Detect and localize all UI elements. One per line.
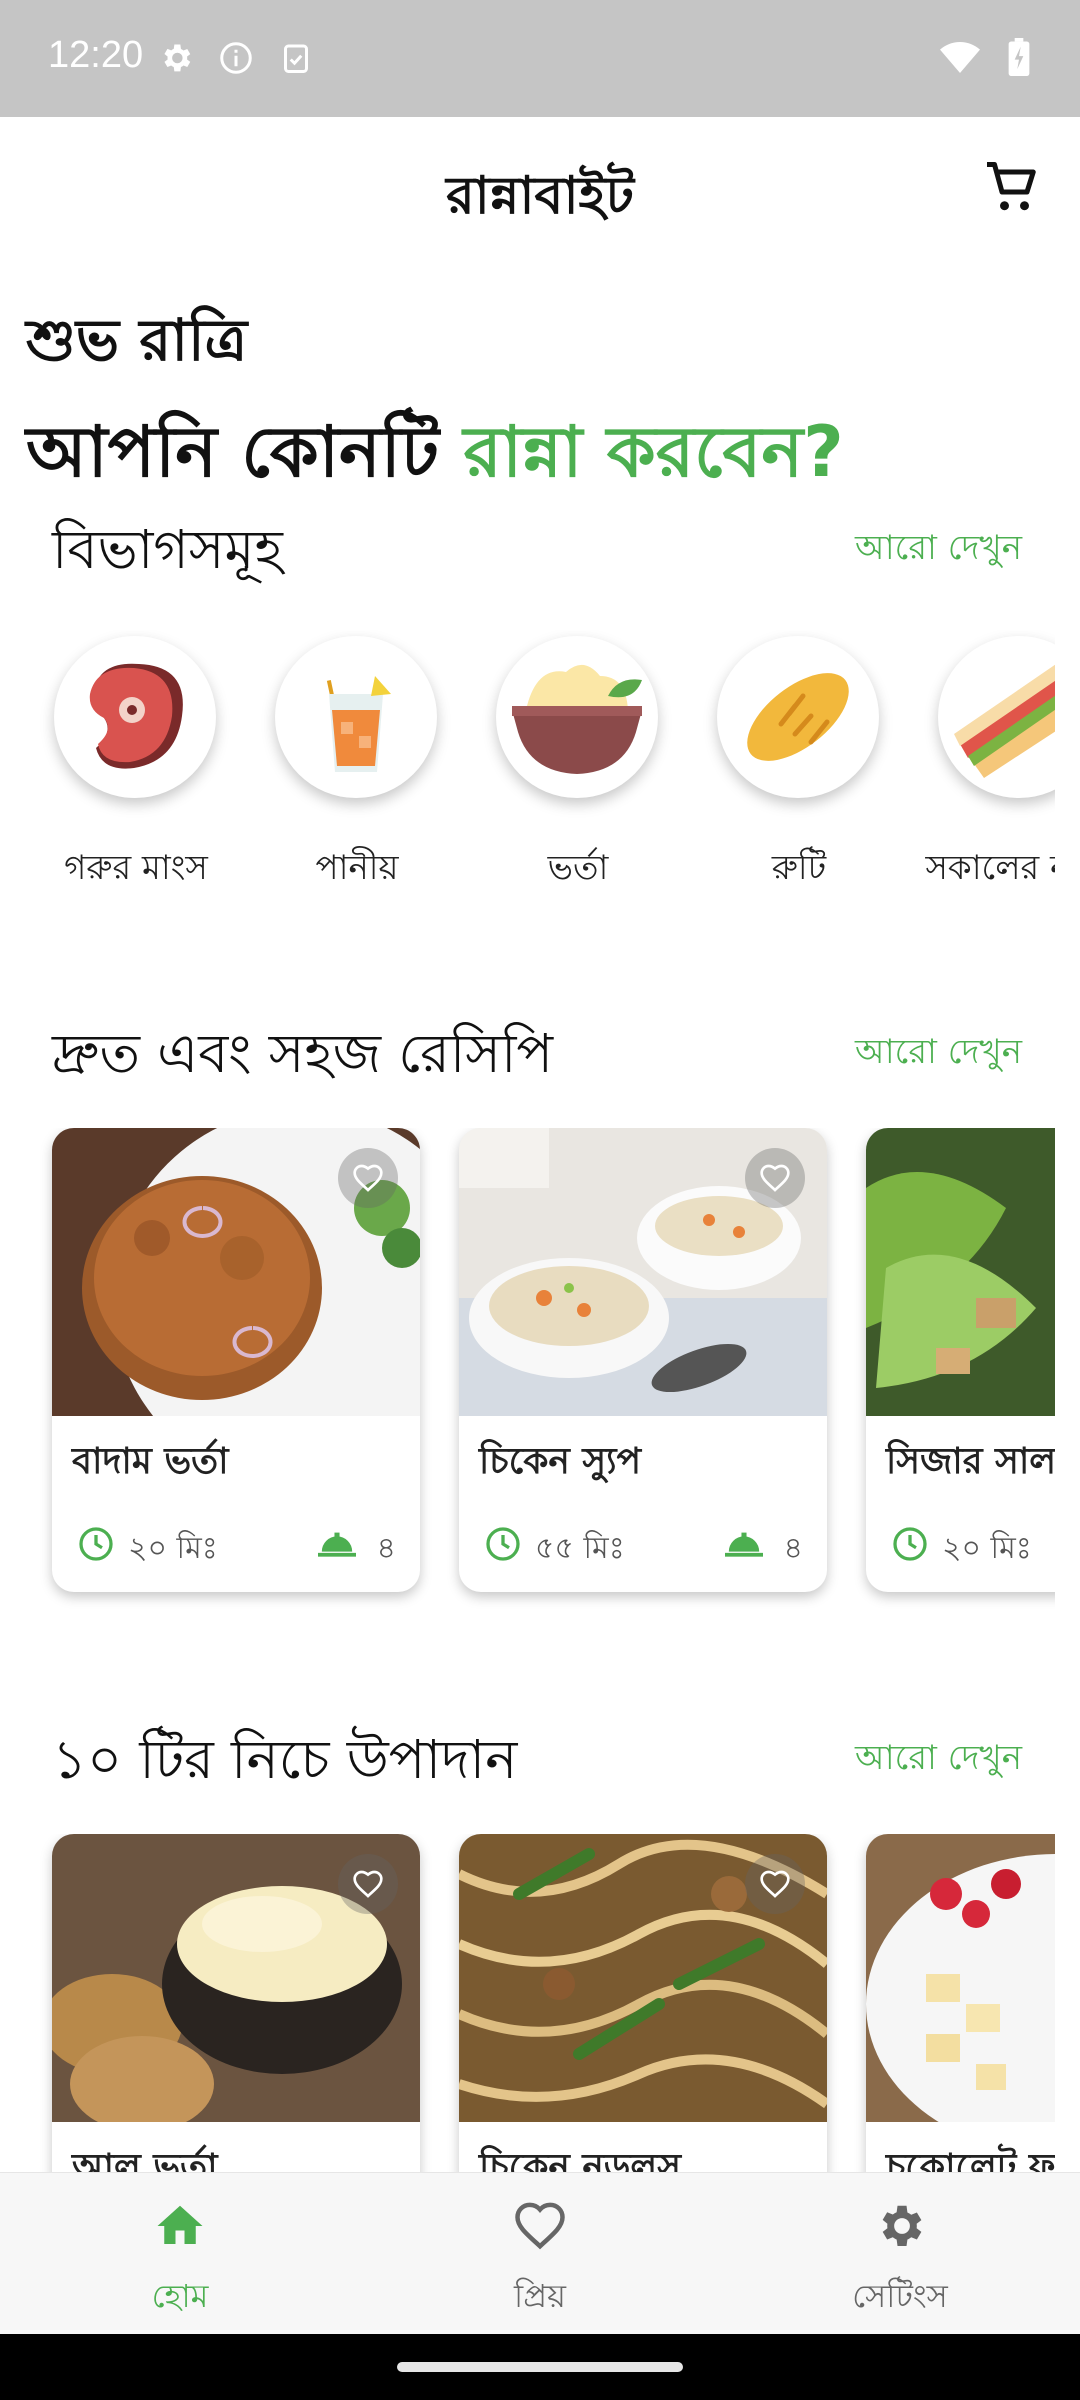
meat-icon (89, 663, 183, 769)
drink-icon (326, 676, 391, 772)
favorite-button[interactable] (745, 1854, 805, 1914)
recipe-name: আলু ভর্তা (72, 2147, 218, 2172)
question-part-1: আপনি কোনটি (26, 411, 464, 493)
category-item-breakfast[interactable]: সকালের নাস্তা (910, 630, 1055, 900)
category-image (717, 636, 879, 798)
category-label: গরুর মাংস (64, 848, 208, 888)
sandwich-icon (954, 664, 1055, 778)
serving-dish-icon (318, 1532, 356, 1557)
nav-label: প্রিয় (514, 2277, 566, 2315)
nav-settings[interactable]: সেটিংস (720, 2173, 1080, 2335)
quick-recipes-list[interactable]: বাদাম ভর্তা ২০ মিঃ ৪ চিকেন স্যুপ ৫৫ মিঃ … (0, 1128, 1055, 1618)
cart-icon[interactable] (982, 157, 1042, 217)
recipe-card[interactable]: চিকেন নুডলস (459, 1834, 827, 2172)
gesture-bar (0, 2334, 1080, 2400)
favorite-button[interactable] (338, 1148, 398, 1208)
clock-icon (893, 1527, 927, 1561)
quick-see-more[interactable]: আরো দেখুন (855, 1026, 1022, 1083)
recipe-meta: ২০ মিঃ ৪ (886, 1524, 1055, 1566)
heart-outline-icon (760, 1164, 790, 1192)
recipe-meta: ২০ মিঃ ৪ (72, 1524, 402, 1566)
bowl-icon (512, 664, 642, 774)
category-label: রুটি (771, 848, 827, 888)
category-label: সকালের নাস্তা (925, 848, 1055, 888)
serving-dish-icon (725, 1532, 763, 1557)
categories-title: বিভাগসমূহ (52, 518, 283, 581)
nav-favorites[interactable]: প্রিয় (360, 2173, 720, 2335)
settings-status-icon (164, 44, 191, 72)
recipe-card[interactable]: চিকেন স্যুপ ৫৫ মিঃ ৪ (459, 1128, 827, 1592)
nav-label: সেটিংস (852, 2277, 948, 2315)
home-gesture-handle[interactable] (397, 2362, 683, 2372)
favorite-button[interactable] (745, 1148, 805, 1208)
question-part-2: রান্না করবেন? (463, 411, 844, 493)
recipe-name: বাদাম ভর্তা (72, 1441, 229, 1482)
category-image (938, 636, 1055, 798)
recipe-card[interactable]: চকোলেট ফন্ডু (866, 1834, 1055, 2172)
recipe-name: সিজার সালাদ (886, 1441, 1055, 1482)
recipe-name: চিকেন স্যুপ (479, 1441, 642, 1482)
category-item-meat[interactable]: গরুর মাংস (26, 630, 246, 900)
wifi-icon (940, 42, 980, 73)
under10-see-more[interactable]: আরো দেখুন (855, 1732, 1022, 1789)
recipe-card[interactable]: বাদাম ভর্তা ২০ মিঃ ৪ (52, 1128, 420, 1592)
category-image (54, 636, 216, 798)
info-status-icon (220, 42, 252, 74)
clock-icon (486, 1527, 520, 1561)
recipe-photo (866, 1834, 1055, 2122)
category-item-drink[interactable]: পানীয় (247, 630, 467, 900)
recipe-card[interactable]: সিজার সালাদ ২০ মিঃ ৪ (866, 1128, 1055, 1592)
app-bar: রান্নাবাইট (0, 117, 1080, 257)
heart-outline-icon (353, 1164, 383, 1192)
clipboard-status-icon (284, 44, 308, 73)
gear-icon (882, 2205, 922, 2247)
recipe-servings: ৪ (783, 1531, 803, 1566)
category-label: পানীয় (315, 848, 399, 888)
bottom-navigation: হোম প্রিয় সেটিংস (0, 2172, 1080, 2334)
clock-icon (79, 1527, 113, 1561)
categories-list[interactable]: গরুর মাংস পানীয় ভর্তা রুটি সকালের (0, 630, 1055, 900)
status-bar: 12:20 (0, 0, 1080, 117)
greeting-text: শুভ রাত্রি (26, 306, 248, 374)
category-image (496, 636, 658, 798)
battery-icon (1008, 38, 1030, 76)
quick-section-title: দ্রুত এবং সহজ রেসিপি (52, 1022, 554, 1085)
app-title: রান্নাবাইট (446, 166, 634, 226)
category-item-bharta[interactable]: ভর্তা (468, 630, 688, 900)
nav-home[interactable]: হোম (0, 2173, 360, 2335)
recipe-meta: ৫৫ মিঃ ৪ (479, 1524, 809, 1566)
favorite-button[interactable] (338, 1854, 398, 1914)
heart-outline-icon (353, 1870, 383, 1898)
recipe-photo (866, 1128, 1055, 1416)
recipe-name: চকোলেট ফন্ডু (886, 2147, 1055, 2172)
category-image (275, 636, 437, 798)
under10-section-title: ১০ টির নিচে উপাদান (52, 1728, 518, 1791)
recipe-image (866, 1834, 1055, 2122)
category-item-bread[interactable]: রুটি (689, 630, 909, 900)
category-label: ভর্তা (547, 848, 609, 888)
heart-icon (515, 2202, 565, 2250)
recipe-time: ২০ মিঃ (128, 1531, 218, 1566)
cook-question: আপনি কোনটি রান্না করবেন? (26, 398, 844, 515)
nav-label: হোম (151, 2277, 209, 2315)
recipe-time: ২০ মিঃ (942, 1531, 1032, 1566)
under10-recipes-list[interactable]: আলু ভর্তা চিকেন নুডলস চকোলেট ফ (0, 1834, 1055, 2172)
bread-icon (747, 673, 849, 761)
categories-see-more[interactable]: আরো দেখুন (855, 522, 1022, 579)
recipe-name: চিকেন নুডলস (479, 2147, 681, 2172)
recipe-image (866, 1128, 1055, 1416)
heart-outline-icon (760, 1870, 790, 1898)
recipe-time: ৫৫ মিঃ (535, 1531, 625, 1566)
recipe-card[interactable]: আলু ভর্তা (52, 1834, 420, 2172)
status-time: 12:20 (48, 34, 144, 76)
home-icon (157, 2205, 203, 2244)
recipe-servings: ৪ (376, 1531, 396, 1566)
